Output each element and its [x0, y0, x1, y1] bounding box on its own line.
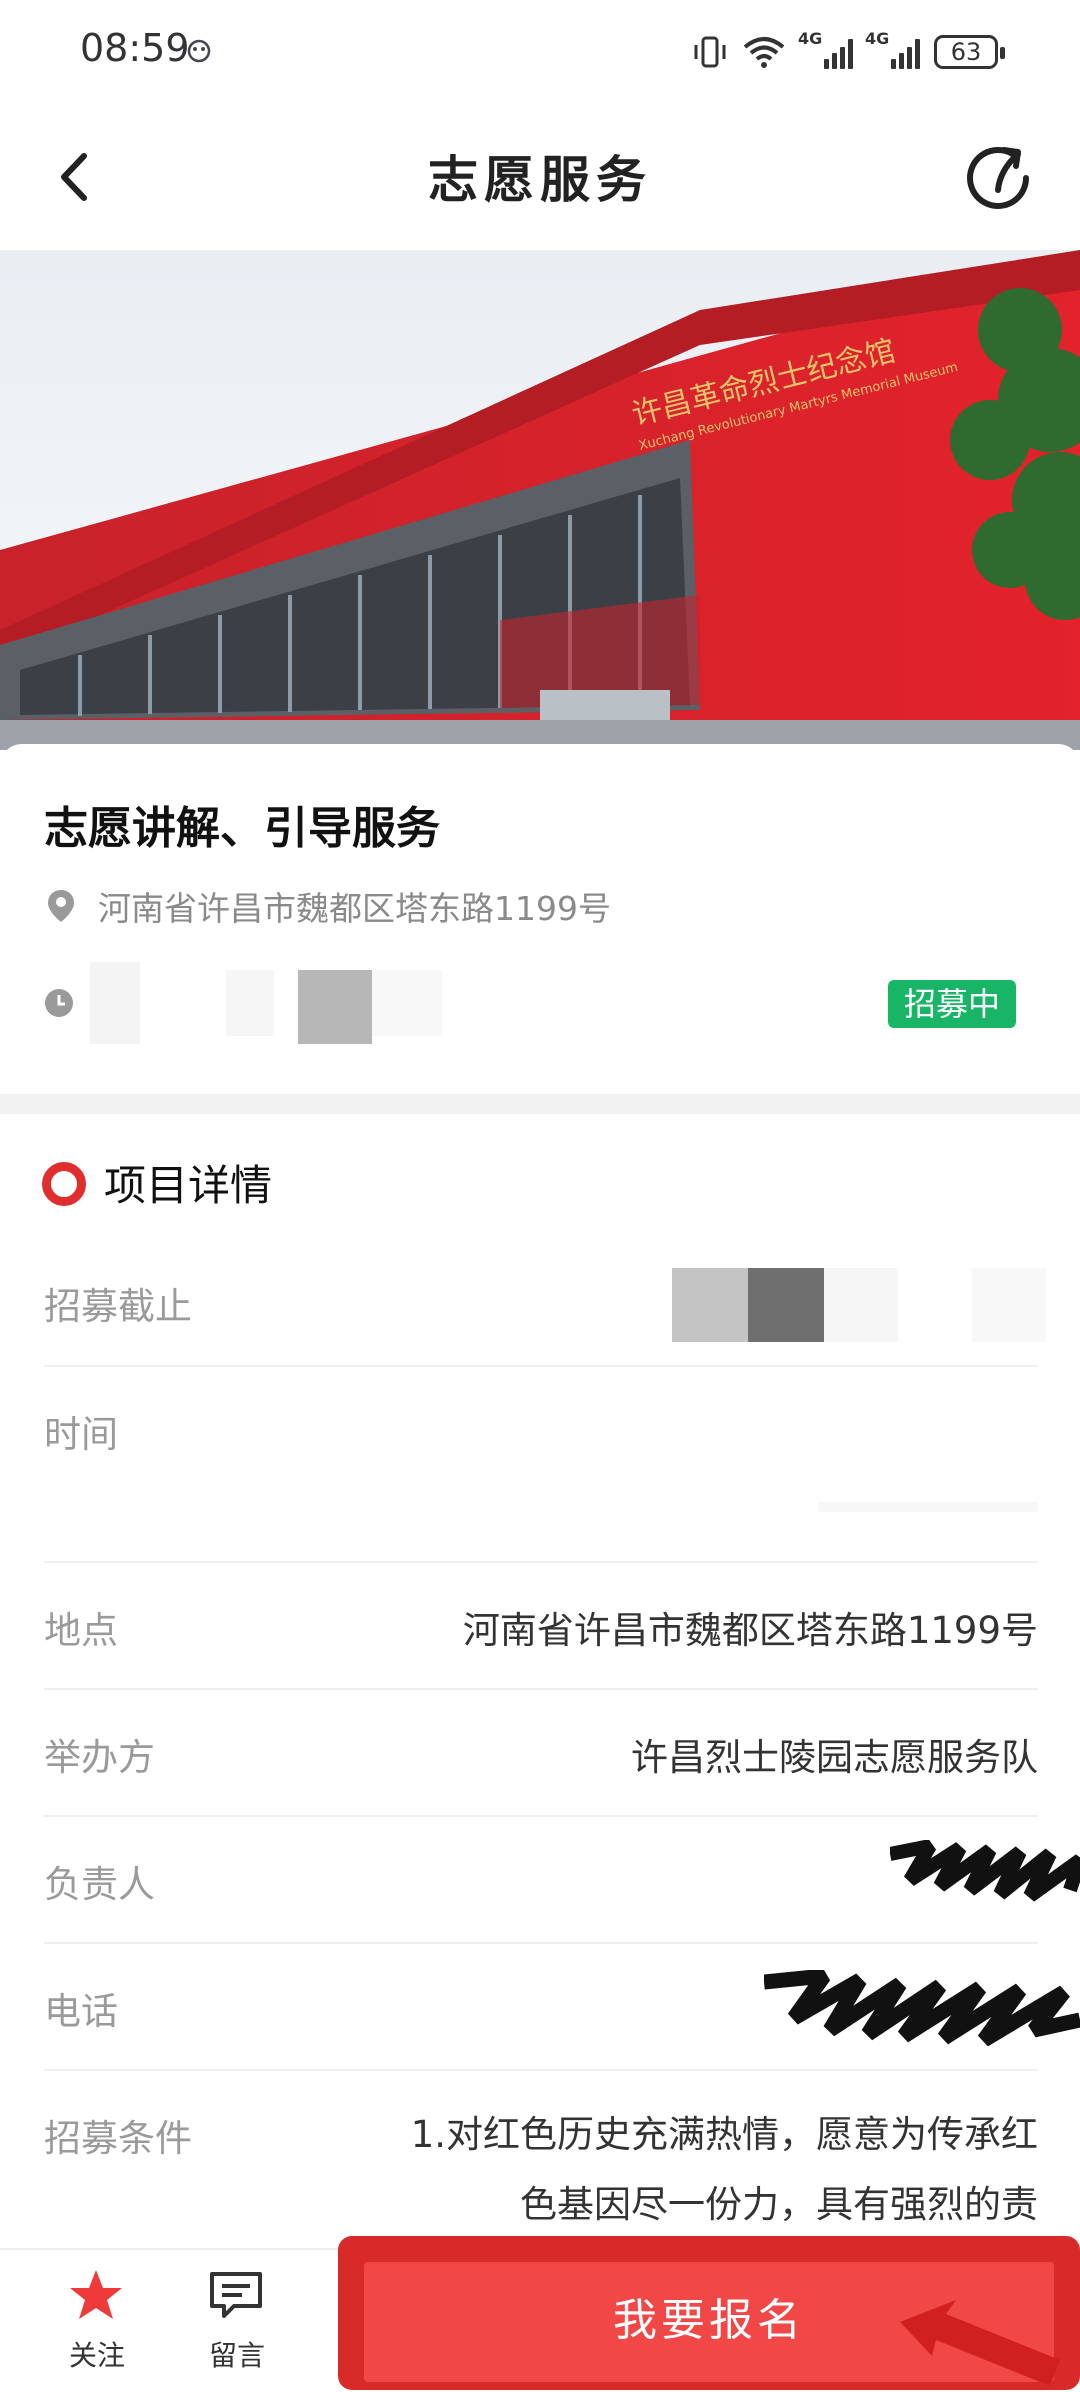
share-icon[interactable] — [958, 138, 1038, 218]
detail-label-contact-person: 负责人 — [44, 1863, 155, 1906]
clock-icon — [45, 989, 73, 1017]
section-title: 项目详情 — [104, 1161, 273, 1210]
hero-image: 许昌革命烈士纪念馆 Xuchang Revolutionary Martyrs … — [0, 250, 1080, 750]
detail-label-deadline: 招募截止 — [44, 1285, 192, 1328]
redacted-activity-time — [90, 962, 442, 1044]
detail-label-time: 时间 — [44, 1413, 118, 1456]
row-divider — [44, 1942, 1038, 1944]
network-type-2: 4G — [865, 29, 890, 48]
network-type-1: 4G — [798, 29, 823, 48]
vibrate-icon — [694, 36, 726, 68]
pointer-arrow-icon — [900, 2300, 1060, 2386]
detail-label-organizer: 举办方 — [44, 1736, 155, 1779]
detail-value-requirements: 1.对红色历史充满热情，愿意为传承红色基因尽一份力，具有强烈的责 — [410, 2113, 1038, 2226]
page-title: 志愿服务 — [428, 151, 652, 209]
row-divider — [44, 1365, 1038, 1367]
redacted-phone — [764, 1970, 1080, 2046]
detail-label-requirements: 招募条件 — [44, 2117, 192, 2160]
activity-address: 河南省许昌市魏都区塔东路1199号 — [98, 889, 611, 928]
status-time: 08:59 — [80, 26, 190, 70]
battery-indicator: 63 — [934, 35, 1005, 69]
status-badge: 招募中 — [888, 980, 1016, 1028]
row-divider — [44, 1561, 1038, 1563]
redacted-deadline-value — [672, 1268, 1046, 1342]
star-icon[interactable] — [68, 2268, 124, 2322]
follow-button-label[interactable]: 关注 — [52, 2334, 142, 2374]
detail-value-location: 河南省许昌市魏都区塔东路1199号 — [462, 1609, 1038, 1652]
redacted-time-value — [818, 1502, 1038, 1512]
cell-signal-1-icon: 4G — [798, 29, 853, 69]
activity-title: 志愿讲解、引导服务 — [44, 803, 440, 854]
wifi-icon — [743, 37, 785, 68]
row-divider — [44, 2069, 1038, 2071]
message-button-label[interactable]: 留言 — [192, 2334, 282, 2374]
redacted-contact-person — [890, 1840, 1080, 1902]
status-indicators: 4G 4G 63 — [692, 29, 1005, 74]
section-ring-icon — [42, 1162, 86, 1206]
location-pin-icon — [48, 890, 74, 922]
message-icon[interactable] — [208, 2270, 264, 2320]
row-divider — [44, 1688, 1038, 1690]
section-divider — [0, 1094, 1080, 1114]
detail-label-location: 地点 — [44, 1609, 118, 1652]
detail-value-organizer: 许昌烈士陵园志愿服务队 — [631, 1736, 1038, 1779]
detail-label-phone: 电话 — [44, 1990, 118, 2033]
notification-app-icon — [187, 39, 211, 63]
row-divider — [44, 1815, 1038, 1817]
cell-signal-2-icon: 4G — [865, 29, 920, 69]
